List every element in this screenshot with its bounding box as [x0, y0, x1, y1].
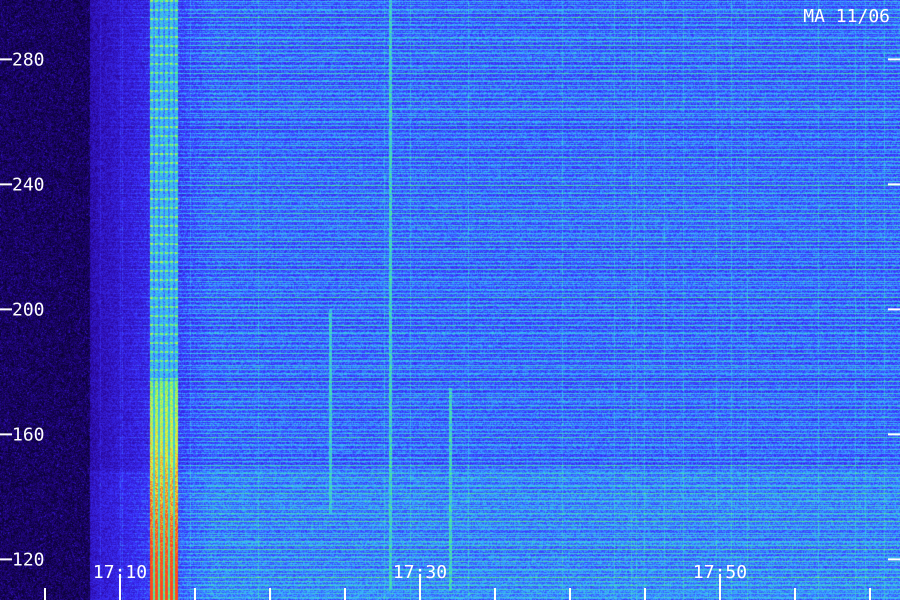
- x-axis: 17:10 17:30 17:50: [44, 562, 871, 600]
- corner-label: MA 11/06: [803, 6, 890, 27]
- chart-overlay: 120 160 200 240 280 17:10 17:30 17:50 MA 11/06: [0, 6, 900, 600]
- y-axis-left: 120 160 200 240 280: [0, 49, 45, 570]
- y-tick-label: 200: [12, 299, 45, 320]
- y-tick-label: 240: [12, 174, 45, 195]
- x-tick-label: 17:30: [393, 562, 447, 583]
- y-axis-right: [888, 58, 900, 561]
- y-tick-label: 160: [12, 424, 45, 445]
- x-tick-label: 17:50: [693, 562, 747, 583]
- y-tick-label: 120: [12, 549, 45, 570]
- x-tick-label: 17:10: [93, 562, 147, 583]
- y-tick-label: 280: [12, 49, 45, 70]
